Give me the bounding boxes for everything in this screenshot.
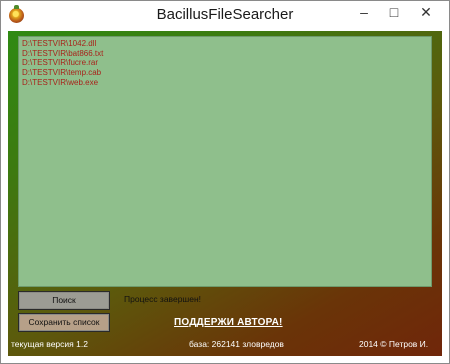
title-bar: BacillusFileSearcher – □ ✕ bbox=[1, 1, 449, 31]
results-items: D:\TESTVIR\1042.dll D:\TESTVIR\bat866.tx… bbox=[20, 39, 103, 88]
version-label: текущая версия 1.2 bbox=[11, 339, 88, 349]
save-list-button[interactable]: Сохранить список bbox=[18, 313, 110, 332]
close-button[interactable]: ✕ bbox=[407, 2, 445, 24]
database-count-label: база: 262141 зловредов bbox=[189, 339, 284, 349]
list-item[interactable]: D:\TESTVIR\1042.dll bbox=[20, 39, 103, 49]
status-text: Процесс завершен! bbox=[124, 294, 202, 304]
copyright-label: 2014 © Петров И. bbox=[359, 339, 429, 349]
list-item[interactable]: D:\TESTVIR\temp.cab bbox=[20, 68, 103, 78]
list-item[interactable]: D:\TESTVIR\fucre.rar bbox=[20, 58, 103, 68]
maximize-button[interactable]: □ bbox=[379, 2, 409, 24]
minimize-button[interactable]: – bbox=[349, 2, 379, 24]
results-listbox[interactable]: D:\TESTVIR\1042.dll D:\TESTVIR\bat866.tx… bbox=[18, 36, 432, 287]
list-item[interactable]: D:\TESTVIR\bat866.txt bbox=[20, 49, 103, 59]
search-button[interactable]: Поиск bbox=[18, 291, 110, 310]
app-window: BacillusFileSearcher – □ ✕ D:\TESTVIR\10… bbox=[0, 0, 450, 364]
list-item[interactable]: D:\TESTVIR\web.exe bbox=[20, 78, 103, 88]
main-panel: D:\TESTVIR\1042.dll D:\TESTVIR\bat866.tx… bbox=[8, 31, 442, 356]
support-author-link[interactable]: ПОДДЕРЖИ АВТОРА! bbox=[174, 317, 283, 328]
